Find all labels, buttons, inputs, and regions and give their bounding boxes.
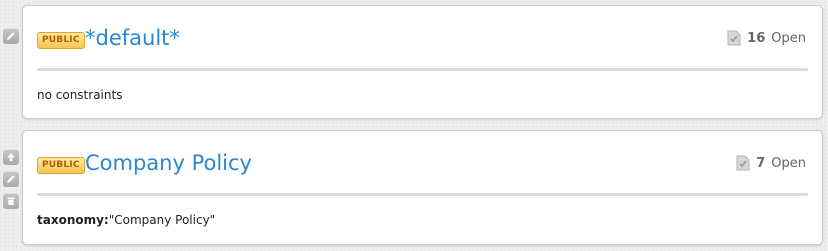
policy-card-header: PUBLIC Company Policy 7 Open xyxy=(23,131,822,187)
policy-title-link[interactable]: Company Policy xyxy=(85,148,252,178)
move-up-button[interactable] xyxy=(3,149,19,165)
policy-card: PUBLIC Company Policy 7 Open taxonomy:"C… xyxy=(22,130,823,245)
card-divider xyxy=(37,68,808,71)
trash-icon xyxy=(7,197,15,205)
document-check-icon xyxy=(736,155,750,171)
pencil-icon xyxy=(7,175,15,183)
open-count-indicator[interactable]: 7 Open xyxy=(736,155,806,171)
open-count-indicator[interactable]: 16 Open xyxy=(727,30,806,46)
edit-policy-button[interactable] xyxy=(3,171,19,187)
card-divider xyxy=(37,193,808,196)
edit-policy-button[interactable] xyxy=(3,28,19,44)
constraint-value: "Company Policy" xyxy=(108,213,216,227)
delete-policy-button[interactable] xyxy=(3,193,19,209)
policy-card: PUBLIC *default* 16 Open no constraints xyxy=(22,5,823,119)
arrow-up-icon xyxy=(7,153,15,161)
policy-card-header: PUBLIC *default* 16 Open xyxy=(23,6,822,62)
policy-constraints: no constraints xyxy=(37,88,122,102)
policy-2-side-tools xyxy=(3,149,19,215)
open-label: Open xyxy=(771,30,806,46)
constraint-key: taxonomy: xyxy=(37,213,109,227)
public-badge: PUBLIC xyxy=(37,157,85,174)
policy-title-link[interactable]: *default* xyxy=(85,23,180,53)
public-badge: PUBLIC xyxy=(37,32,85,49)
open-count: 16 xyxy=(747,30,766,46)
open-count: 7 xyxy=(756,155,766,171)
policy-1-side-tools xyxy=(3,28,19,50)
pencil-icon xyxy=(7,32,15,40)
open-label: Open xyxy=(771,155,806,171)
document-check-icon xyxy=(727,30,741,46)
policy-constraints: taxonomy:"Company Policy" xyxy=(37,213,215,227)
constraint-value: no constraints xyxy=(37,88,123,102)
